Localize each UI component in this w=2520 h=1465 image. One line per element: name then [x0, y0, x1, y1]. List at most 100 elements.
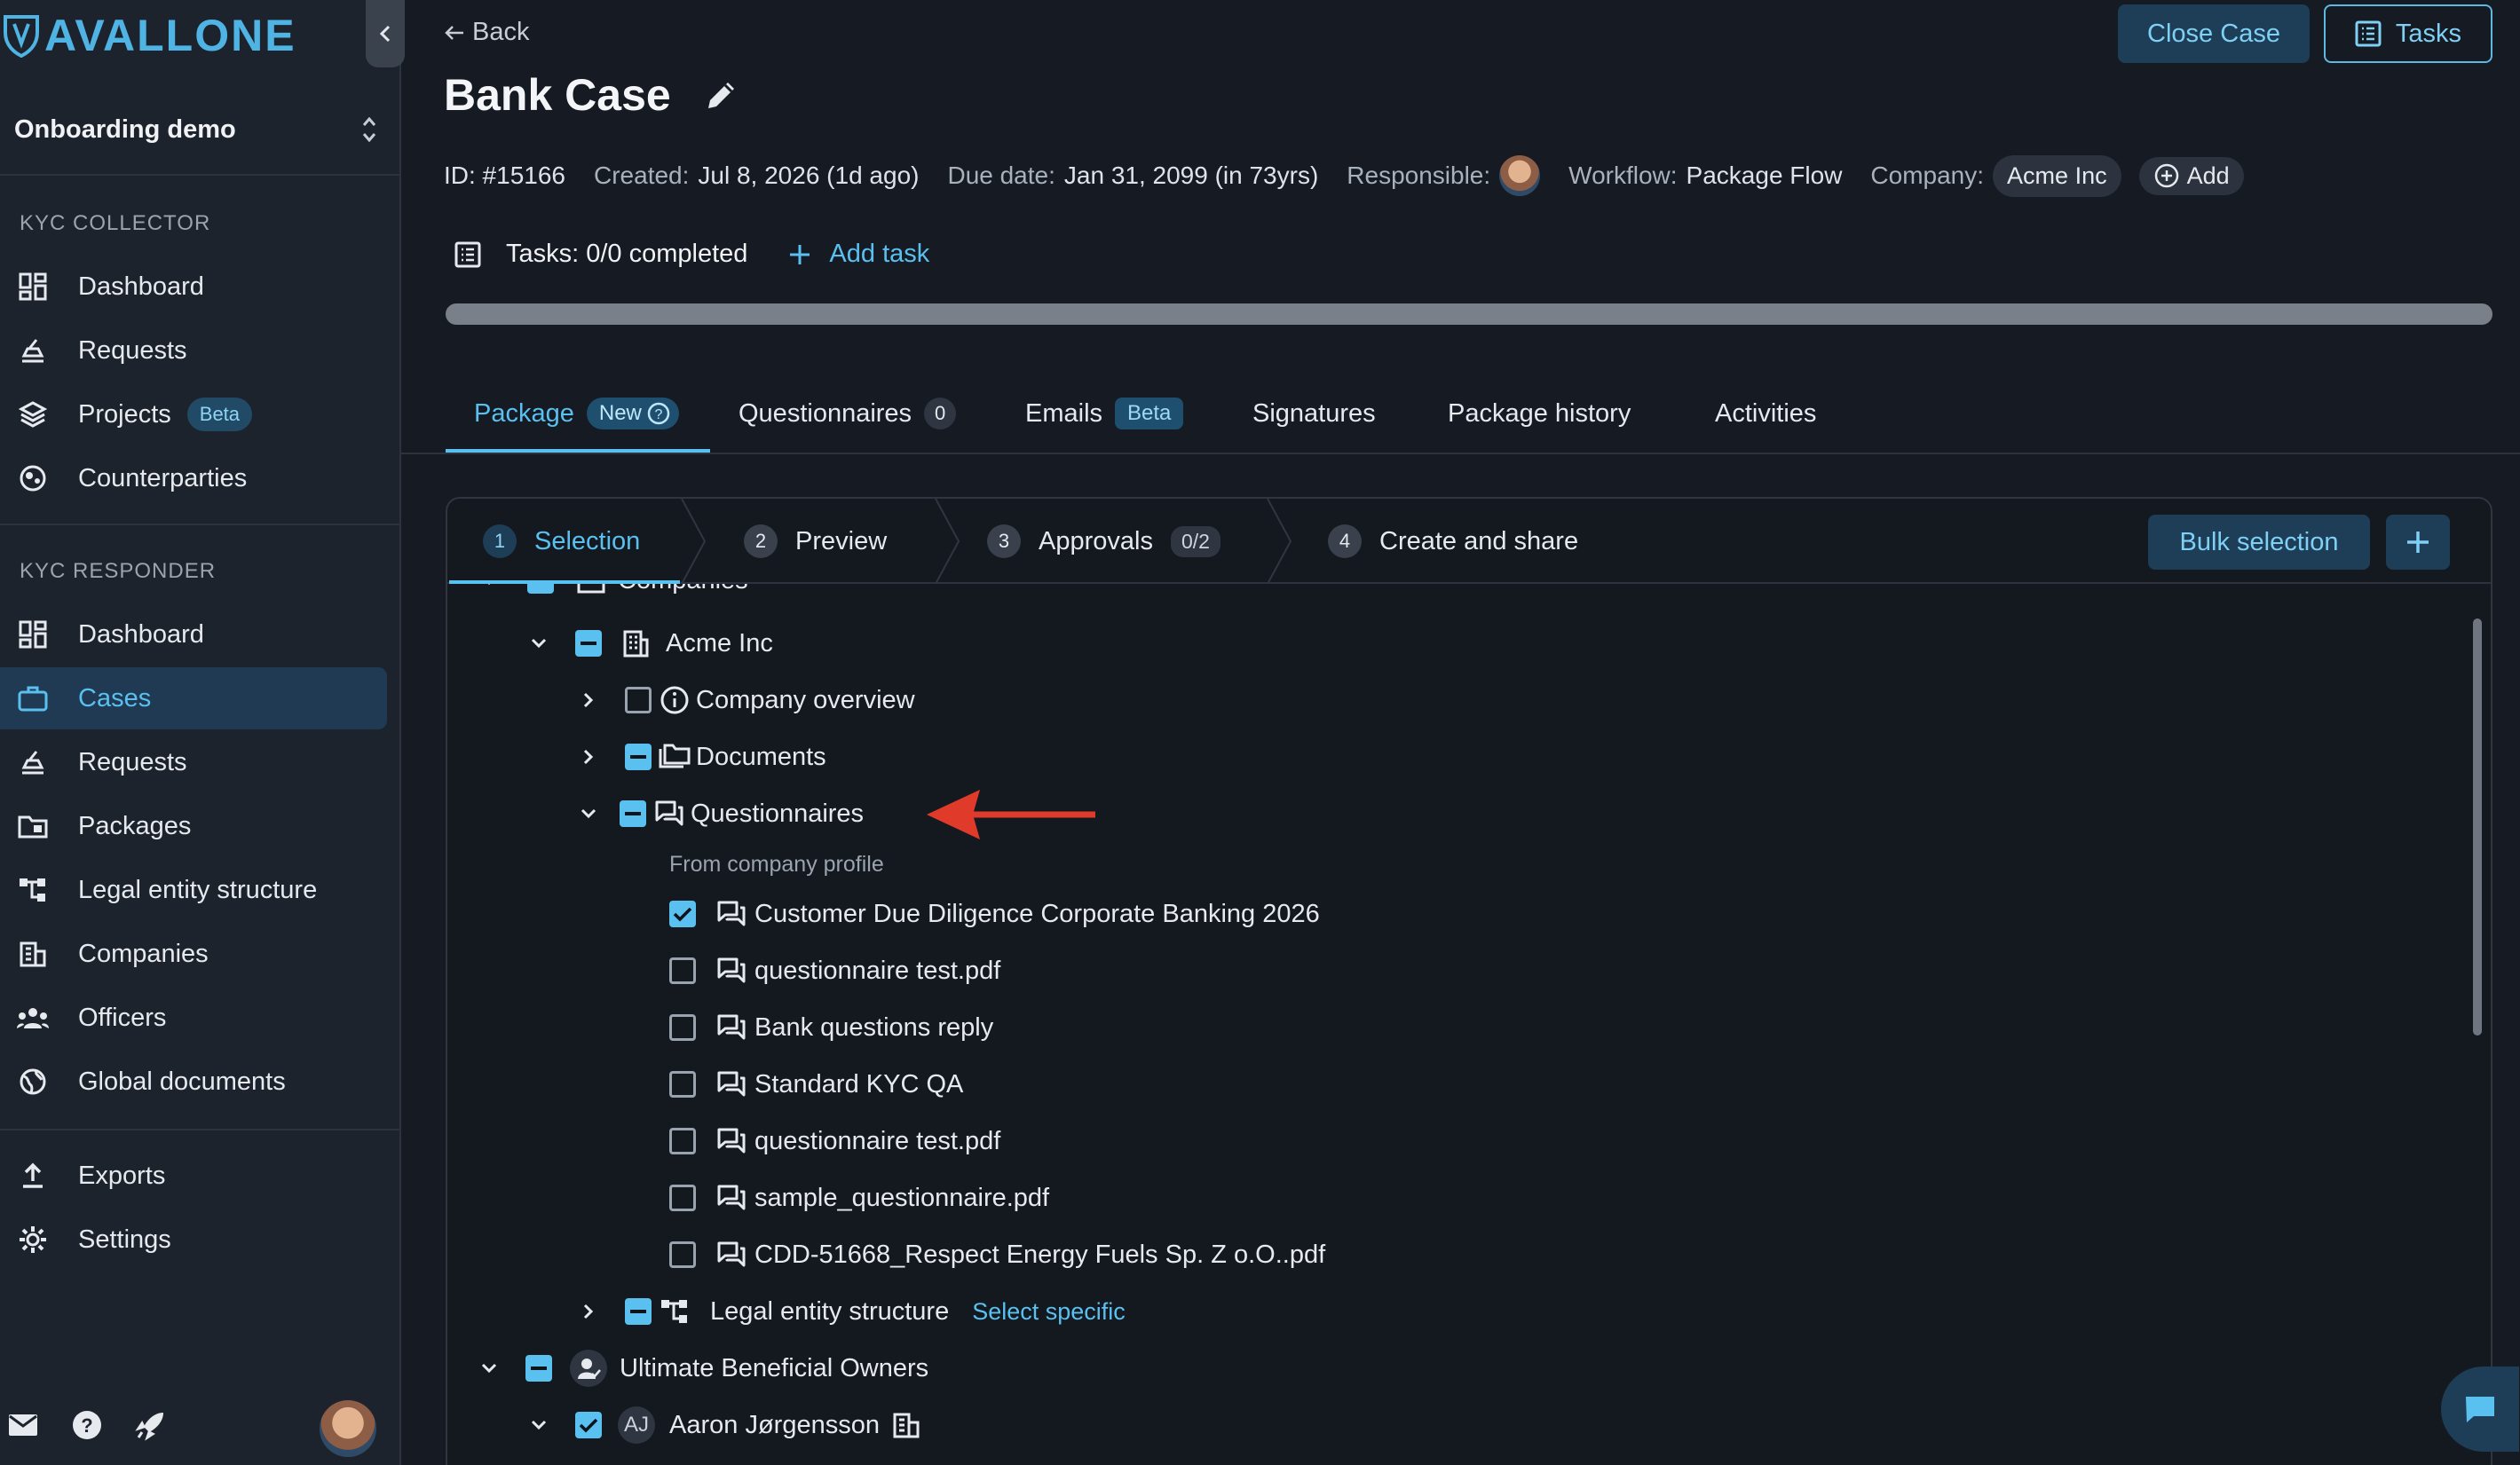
sidebar-item-settings[interactable]: Settings — [0, 1209, 387, 1271]
sidebar-item-companies[interactable]: Companies — [0, 923, 387, 985]
tab-signatures[interactable]: Signatures — [1252, 373, 1376, 454]
company-icon — [16, 937, 50, 971]
sidebar-item-label: Global documents — [78, 1067, 286, 1096]
collapse-sidebar-button[interactable] — [366, 0, 405, 67]
questionnaire-item[interactable]: Bank questions reply — [669, 1003, 993, 1052]
add-task-button[interactable]: Add task — [788, 240, 929, 269]
questionnaire-checkbox[interactable] — [669, 1128, 696, 1154]
page-title: Bank Case — [444, 70, 671, 120]
chevron-down-icon[interactable] — [577, 802, 600, 825]
step-separator — [681, 499, 707, 584]
chevron-down-icon[interactable] — [527, 1414, 550, 1437]
globe-icon — [16, 1065, 50, 1099]
case-created: Created: Jul 8, 2026 (1d ago) — [594, 161, 920, 189]
tree-row-company-overview[interactable]: Company overview — [577, 675, 915, 725]
sidebar-item-global-documents[interactable]: Global documents — [0, 1051, 387, 1113]
checkbox-documents[interactable] — [625, 744, 652, 770]
sidebar-item-legal-entity-structure[interactable]: Legal entity structure — [0, 859, 387, 921]
chevron-down-icon[interactable] — [478, 1357, 501, 1380]
add-button[interactable] — [2386, 515, 2450, 570]
tree-row-acme-inc[interactable]: Acme Inc — [527, 618, 773, 668]
tree-row-companies[interactable]: Companies — [478, 584, 748, 603]
chevron-left-icon — [379, 25, 391, 43]
rocket-icon[interactable] — [133, 1407, 169, 1443]
help-icon[interactable]: ? — [69, 1407, 105, 1443]
tab-package-history[interactable]: Package history — [1448, 373, 1631, 454]
questionnaire-item[interactable]: sample_questionnaire.pdf — [669, 1173, 1049, 1223]
pencil-icon[interactable] — [703, 76, 740, 114]
checkbox-acme-inc[interactable] — [575, 630, 602, 657]
back-link[interactable]: Back — [444, 18, 529, 47]
sidebar-item-collector-dashboard[interactable]: Dashboard — [0, 256, 387, 318]
company-chip[interactable]: Acme Inc — [1993, 154, 2121, 197]
checkbox-company-overview[interactable] — [625, 687, 652, 713]
case-workflow: Workflow: Package Flow — [1568, 161, 1843, 189]
chevron-right-icon[interactable] — [577, 1300, 600, 1323]
tab-emails[interactable]: Emails Beta — [1025, 373, 1184, 454]
chevron-down-icon[interactable] — [527, 632, 550, 655]
step-create-and-share[interactable]: 4 Create and share — [1328, 499, 1578, 584]
sidebar-item-collector-counterparties[interactable]: Counterparties — [0, 447, 387, 509]
sidebar-item-responder-dashboard[interactable]: Dashboard — [0, 603, 387, 666]
questionnaire-item[interactable]: Standard KYC QA — [669, 1059, 963, 1109]
page-title-row: Bank Case — [444, 69, 740, 121]
step-selection[interactable]: 1 Selection — [483, 499, 640, 584]
sidebar-item-officers[interactable]: Officers — [0, 987, 387, 1049]
sidebar-item-cases[interactable]: Cases — [0, 667, 387, 729]
select-specific-link[interactable]: Select specific — [972, 1298, 1126, 1326]
questionnaire-checkbox[interactable] — [669, 1185, 696, 1211]
questionnaire-item[interactable]: Customer Due Diligence Corporate Banking… — [669, 889, 1320, 939]
questionnaire-item[interactable]: questionnaire test.pdf — [669, 946, 1000, 996]
sidebar-item-collector-requests[interactable]: Requests — [0, 319, 387, 382]
approvals-count: 0/2 — [1170, 525, 1221, 557]
tree-row-person[interactable]: AJ Aaron Jørgensson — [527, 1400, 922, 1450]
chevron-right-icon[interactable] — [577, 745, 600, 768]
tree-scrollbar[interactable] — [2473, 618, 2482, 1036]
close-case-button[interactable]: Close Case — [2118, 4, 2310, 63]
tab-questionnaires[interactable]: Questionnaires 0 — [739, 373, 957, 454]
user-avatar[interactable] — [320, 1400, 376, 1457]
chat-support-button[interactable] — [2441, 1367, 2519, 1452]
sidebar-item-exports[interactable]: Exports — [0, 1145, 387, 1207]
checkbox-legal-entity-structure[interactable] — [625, 1298, 652, 1325]
checkbox-companies[interactable] — [527, 584, 554, 594]
mail-icon[interactable] — [5, 1407, 41, 1443]
questionnaire-checkbox[interactable] — [669, 1014, 696, 1041]
stepper: 1 Selection 2 Preview 3 Approvals 0/2 4 … — [447, 499, 2491, 584]
tree-row-ubo[interactable]: Ultimate Beneficial Owners — [478, 1343, 928, 1393]
sidebar: AVALLONE Onboarding demo KYC COLLECTOR D… — [0, 0, 405, 1465]
add-company-button[interactable]: Add — [2138, 156, 2244, 195]
tree-row-legal-entity-structure[interactable]: Legal entity structure Select specific — [577, 1287, 1126, 1336]
tree-label: Company overview — [696, 685, 915, 714]
chat-icon — [715, 1182, 747, 1214]
person-icon — [570, 1350, 607, 1387]
responsible-avatar[interactable] — [1499, 155, 1541, 196]
questionnaire-checkbox[interactable] — [669, 901, 696, 927]
requests-icon — [16, 334, 50, 367]
tree-row-documents[interactable]: Documents — [577, 732, 826, 782]
chevron-right-icon[interactable] — [577, 689, 600, 712]
info-icon — [659, 684, 691, 716]
sidebar-item-packages[interactable]: Packages — [0, 795, 387, 857]
questionnaire-item[interactable]: questionnaire test.pdf — [669, 1116, 1000, 1166]
workspace-switcher[interactable]: Onboarding demo — [14, 105, 378, 154]
checkbox-ubo[interactable] — [525, 1355, 552, 1382]
tab-package[interactable]: Package New ? — [474, 373, 679, 454]
bulk-selection-button[interactable]: Bulk selection — [2148, 515, 2370, 570]
tab-activities[interactable]: Activities — [1715, 373, 1816, 454]
sidebar-item-responder-requests[interactable]: Requests — [0, 731, 387, 793]
questionnaire-checkbox[interactable] — [669, 1071, 696, 1098]
questionnaire-checkbox[interactable] — [669, 957, 696, 984]
questionnaire-checkbox[interactable] — [669, 1241, 696, 1268]
logo[interactable]: AVALLONE — [2, 9, 296, 62]
sidebar-item-collector-projects[interactable]: Projects Beta — [0, 383, 387, 445]
tasks-button[interactable]: Tasks — [2324, 4, 2492, 63]
tree-row-questionnaires[interactable]: Questionnaires — [577, 789, 864, 839]
checkbox-questionnaires[interactable] — [620, 800, 646, 827]
step-preview[interactable]: 2 Preview — [744, 499, 887, 584]
chevron-down-icon[interactable] — [478, 584, 501, 592]
chat-icon — [715, 1239, 747, 1271]
step-approvals[interactable]: 3 Approvals 0/2 — [987, 499, 1221, 584]
questionnaire-item[interactable]: CDD-51668_Respect Energy Fuels Sp. Z o.O… — [669, 1230, 1325, 1280]
checkbox-person[interactable] — [575, 1412, 602, 1438]
